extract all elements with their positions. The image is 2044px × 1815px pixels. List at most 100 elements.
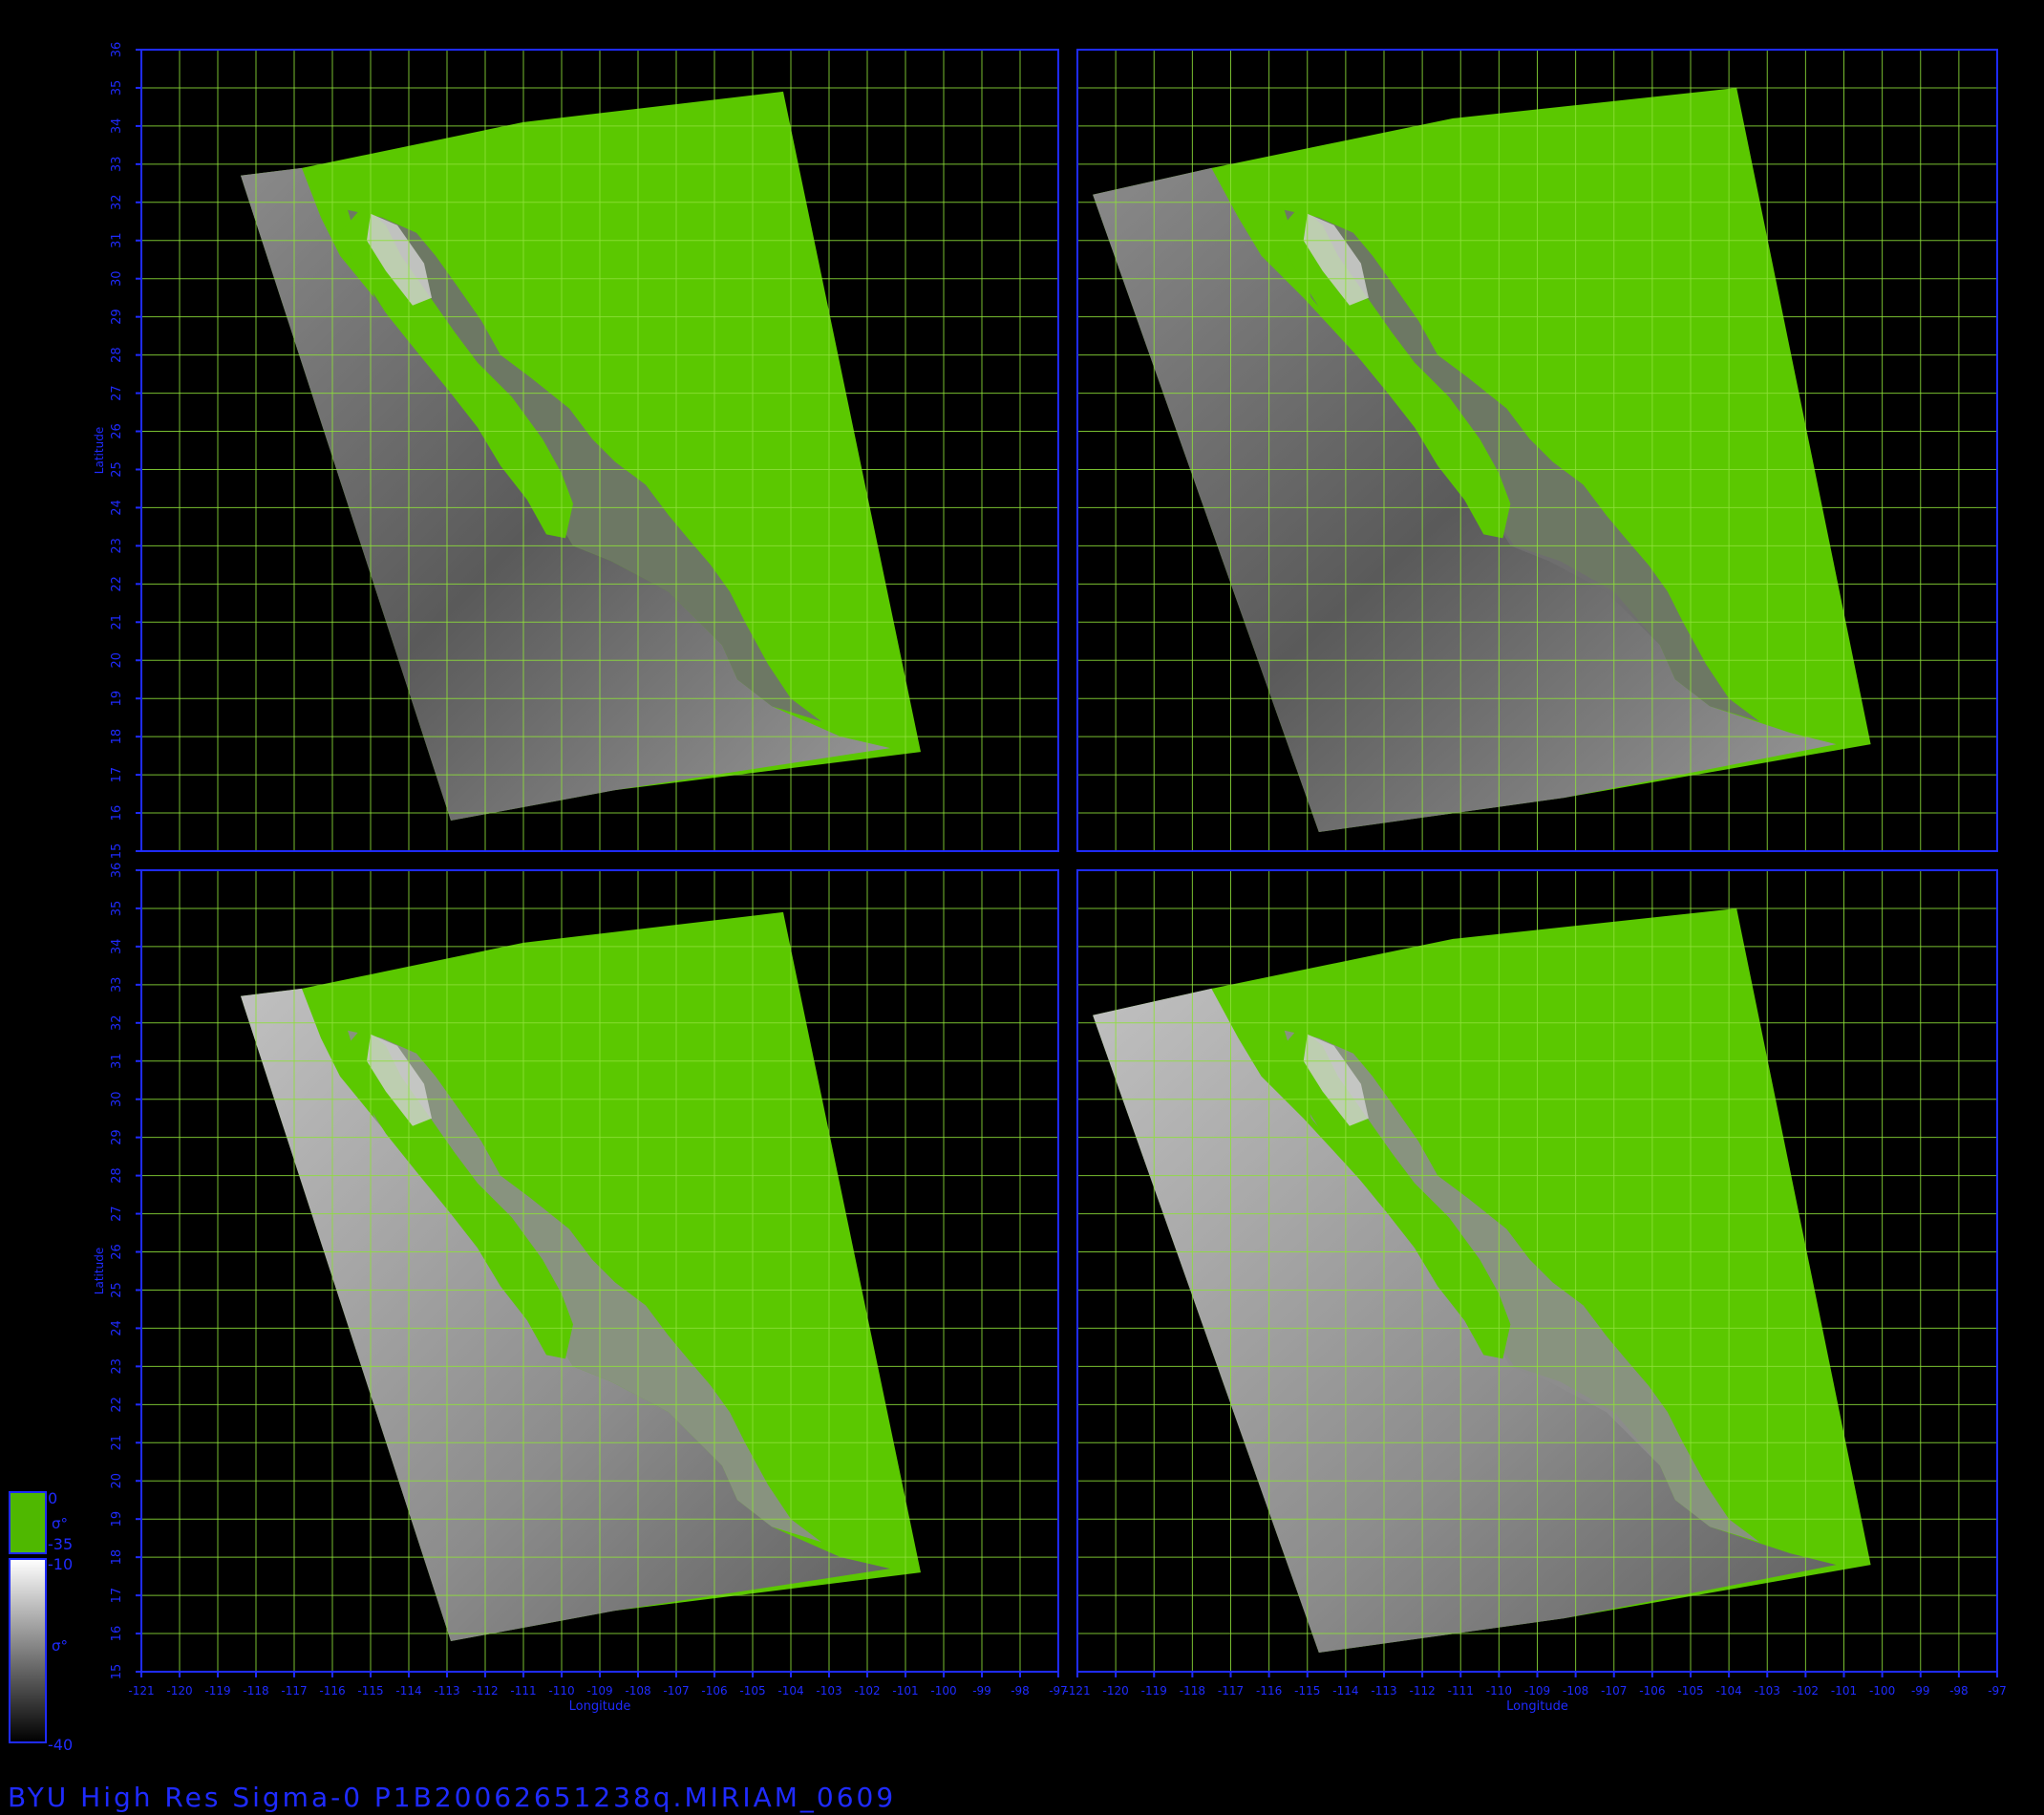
longitude-axis-label: Longitude [1506,1699,1568,1714]
lon-tick-label: -114 [1332,1684,1358,1698]
lon-tick-label: -112 [472,1684,498,1698]
lat-tick-label: 26 [110,423,124,439]
legend-green-max: 0 [48,1489,57,1507]
lat-tick-label: 20 [110,652,124,669]
lon-tick-label: -100 [1869,1684,1895,1698]
lat-tick-label: 32 [110,1015,124,1032]
map-panel-bottom-right: -121 -120 -119 -118 -117 -116 -115 -114 -113 -112… [1064,869,2007,1714]
lon-tick-label: -119 [204,1684,230,1698]
footer-caption: BYU High Res Sigma-0 P1B20062651238q.MIR… [8,1782,897,1813]
lat-tick-label: 24 [110,500,124,516]
lon-tick-label: -116 [319,1684,345,1698]
lat-tick-label: 36 [110,863,124,879]
lat-tick-label: 22 [110,576,124,592]
lat-tick-label: 25 [110,461,124,478]
lat-tick-label: 36 [110,42,124,58]
lon-tick-label: -100 [930,1684,956,1698]
lon-tick-label: -97 [1988,1684,2007,1698]
lat-tick-label: 31 [110,232,124,248]
colorbar-legend: 0 σ° -35 -10 σ° -40 [9,1489,73,1754]
lon-tick-label: -108 [625,1684,650,1698]
legend-gray-symbol: σ° [52,1637,68,1655]
lat-tick-label: 32 [110,195,124,211]
lat-tick-label: 34 [110,118,124,135]
lon-tick-label: -111 [1448,1684,1474,1698]
legend-gray-min: -40 [48,1736,73,1754]
legend-gray-max: -10 [48,1555,73,1573]
latitude-axis-label: Latitude [93,427,106,474]
legend-green-bar [9,1491,47,1554]
lon-tick-label: -98 [1011,1684,1030,1698]
longitude-axis-label: Longitude [569,1699,631,1714]
lon-tick-label: -113 [434,1684,459,1698]
lat-tick-label: 27 [110,385,124,401]
lat-tick-label: 28 [110,1167,124,1184]
lat-tick-label: 33 [110,977,124,993]
lat-tick-label: 27 [110,1206,124,1222]
map-panel-top-right [1076,49,1998,852]
lon-tick-label: -102 [1793,1684,1819,1698]
lon-tick-label: -121 [1064,1684,1090,1698]
lat-tick-label: 29 [110,1129,124,1145]
lat-tick-label: 30 [110,1091,124,1107]
lon-tick-label: -120 [1103,1684,1129,1698]
lat-tick-label: 25 [110,1282,124,1298]
lon-tick-label: -114 [395,1684,421,1698]
legend-green-min: -35 [48,1535,73,1553]
map-panel-top-left: 15 16 17 18 19 20 21 22 23 24 25 26 27 28 29 30 31 32 33 34… [93,42,1059,860]
lat-tick-label: 29 [110,309,124,325]
lat-tick-label: 22 [110,1397,124,1413]
latitude-axis-label: Latitude [93,1248,106,1294]
lon-tick-label: -103 [816,1684,841,1698]
lat-tick-label: 17 [110,1588,124,1604]
lon-tick-label: -108 [1563,1684,1588,1698]
lat-tick-label: 16 [110,805,124,822]
sigma0-figure: 15 16 17 18 19 20 21 22 23 24 25 26 27 28 29 30 31 32 33 34… [9,42,2007,1754]
lon-tick-label: -106 [701,1684,727,1698]
lat-tick-label: 15 [110,843,124,860]
lat-tick-label: 28 [110,347,124,363]
lon-tick-label: -117 [281,1684,307,1698]
lat-tick-label: 35 [110,80,124,96]
lon-tick-label: -118 [243,1684,268,1698]
legend-green-symbol: σ° [52,1515,68,1532]
lon-tick-label: -99 [1911,1684,1930,1698]
lat-tick-label: 31 [110,1053,124,1069]
lon-tick-label: -103 [1755,1684,1780,1698]
lat-tick-label: 19 [110,691,124,707]
lat-tick-label: 35 [110,901,124,917]
lat-tick-label: 30 [110,270,124,287]
lon-tick-label: -110 [1486,1684,1512,1698]
lon-tick-label: -120 [166,1684,192,1698]
lon-tick-label: -109 [586,1684,612,1698]
lon-tick-label: -118 [1180,1684,1205,1698]
lon-tick-label: -104 [777,1684,803,1698]
lon-tick-label: -107 [1601,1684,1627,1698]
lon-tick-label: -101 [1831,1684,1857,1698]
lon-tick-label: -105 [1677,1684,1703,1698]
lon-tick-label: -99 [972,1684,991,1698]
lat-tick-label: 34 [110,939,124,955]
lat-tick-label: 17 [110,767,124,783]
lat-tick-label: 20 [110,1473,124,1489]
lon-tick-label: -115 [1294,1684,1320,1698]
lon-tick-label: -102 [854,1684,880,1698]
lon-tick-label: -117 [1218,1684,1244,1698]
lat-tick-label: 21 [110,614,124,630]
lon-tick-label: -109 [1524,1684,1550,1698]
lon-tick-label: -119 [1141,1684,1167,1698]
lon-tick-label: -115 [357,1684,383,1698]
lon-tick-label: -101 [892,1684,918,1698]
legend-gray-bar [9,1558,47,1743]
lon-tick-label: -121 [128,1684,154,1698]
lon-tick-label: -107 [663,1684,689,1698]
lon-tick-label: -113 [1371,1684,1396,1698]
lat-tick-label: 24 [110,1320,124,1336]
lon-tick-label: -104 [1716,1684,1742,1698]
lon-tick-label: -106 [1639,1684,1665,1698]
lat-tick-label: 23 [110,538,124,554]
lon-tick-label: -111 [510,1684,536,1698]
lat-tick-label: 33 [110,157,124,173]
lat-tick-label: 18 [110,1549,124,1566]
lat-tick-label: 15 [110,1664,124,1680]
